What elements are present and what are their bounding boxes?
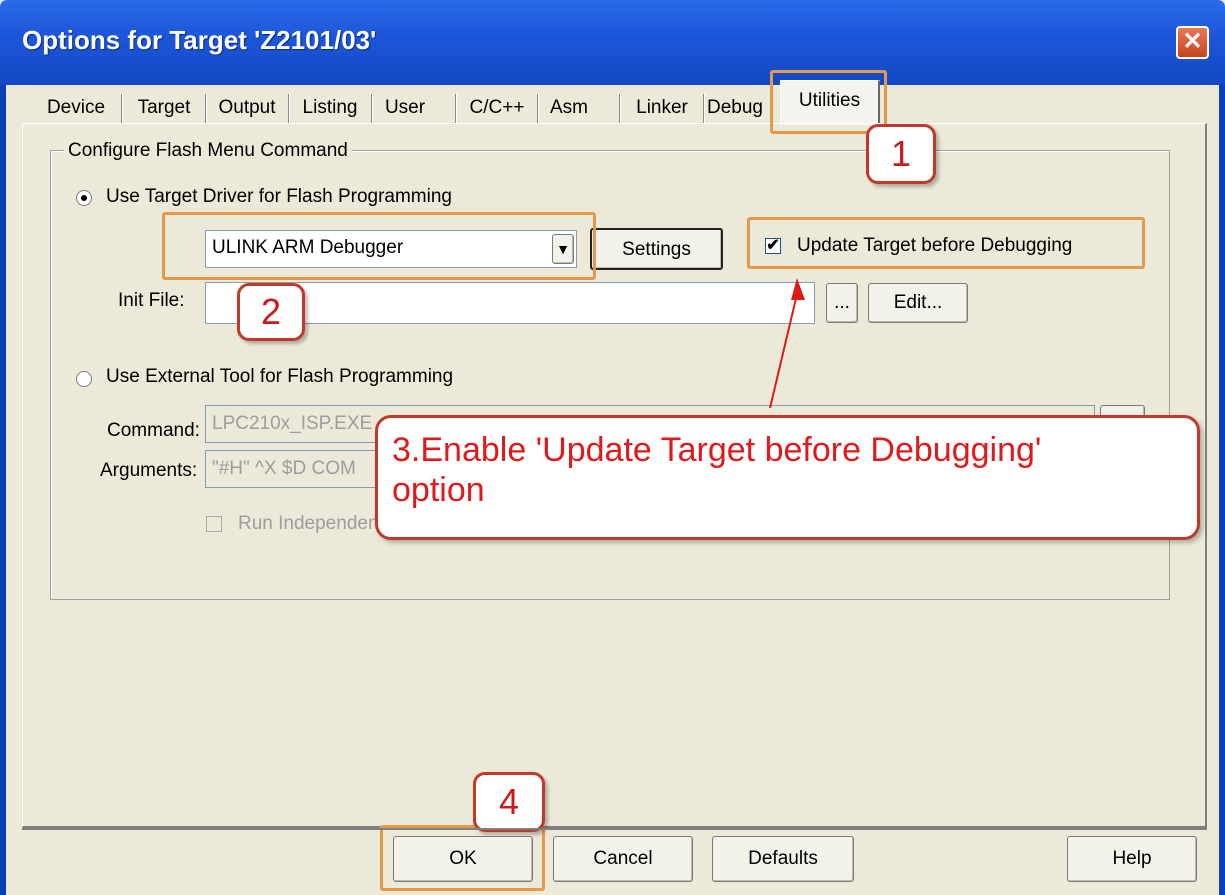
step-badge-4: 4 <box>473 772 545 832</box>
defaults-button[interactable]: Defaults <box>712 836 854 882</box>
callout-line-1: 3.Enable 'Update Target before Debugging… <box>392 431 1042 469</box>
footer-divider <box>22 828 1207 830</box>
step-badge-1: 1 <box>866 124 936 184</box>
cancel-button[interactable]: Cancel <box>553 836 693 882</box>
callout-line-2: option <box>392 471 485 509</box>
instruction-callout: 3.Enable 'Update Target before Debugging… <box>375 415 1200 540</box>
ok-button[interactable]: OK <box>393 836 533 882</box>
help-button[interactable]: Help <box>1067 836 1197 882</box>
step-badge-2: 2 <box>237 283 305 341</box>
